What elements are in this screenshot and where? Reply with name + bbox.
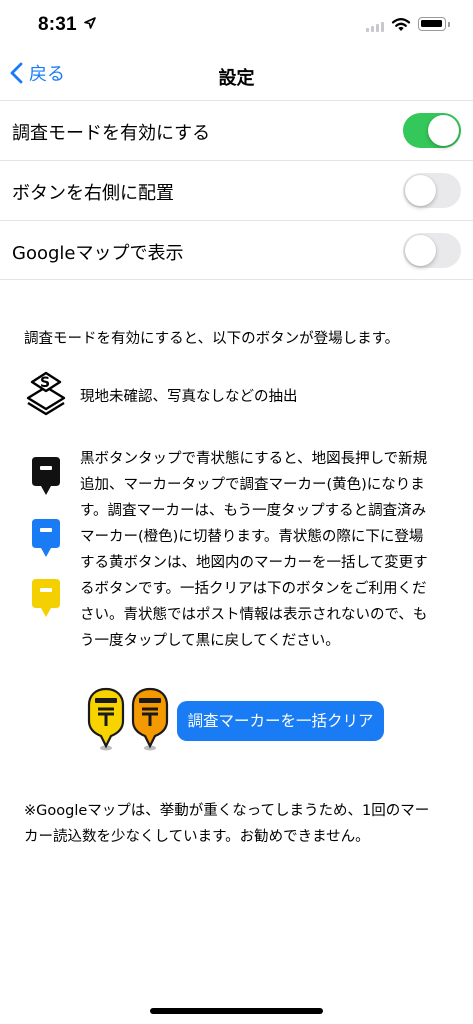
description-line: るボタンです。一括クリアは下のボタンをご利用くだ (80, 581, 427, 597)
description-line: さい。青状態ではポスト情報は表示されないので、も (80, 607, 428, 623)
blue-marker-icon (32, 519, 60, 557)
toggle-knob (405, 175, 436, 206)
location-arrow-icon (84, 17, 96, 29)
black-marker-icon (32, 457, 60, 495)
status-bar: 8:31 (0, 0, 473, 50)
note-line: カー読込数を少なくしています。お勧めできません。 (24, 829, 370, 845)
battery-icon (418, 17, 446, 31)
google-maps-note: ※Googleマップは、挙動が重くなってしまうため、1回のマー カー読込数を少な… (24, 798, 452, 850)
signal-icon (366, 22, 384, 32)
svg-text:S: S (40, 375, 50, 391)
battery-cap (448, 22, 450, 27)
navigation-bar: 戻る 設定 (0, 50, 473, 100)
feature-extract: S 現地未確認、写真なしなどの抽出 (24, 370, 454, 420)
settings-list: 調査モードを有効にする ボタンを右側に配置 Googleマップで表示 (0, 100, 473, 280)
google-maps-toggle[interactable] (403, 233, 461, 268)
feature-extract-text: 現地未確認、写真なしなどの抽出 (80, 389, 298, 405)
wifi-icon (391, 18, 411, 31)
setting-row-survey-mode: 調査モードを有効にする (0, 100, 473, 160)
setting-row-button-right: ボタンを右側に配置 (0, 160, 473, 220)
note-line: ※Googleマップは、挙動が重くなってしまうため、1回のマー (24, 803, 430, 819)
survey-mode-toggle[interactable] (403, 113, 461, 148)
layers-filter-icon: S (26, 371, 66, 416)
setting-label-button-right: ボタンを右側に配置 (12, 183, 174, 204)
setting-label-google-maps: Googleマップで表示 (12, 243, 184, 264)
description-line: う一度タップして黒に戻してください。 (80, 633, 340, 649)
clear-survey-markers-button[interactable]: 調査マーカーを一括クリア (177, 701, 384, 741)
description-line: マーカー(橙色)に切替ります。青状態の際に下に登場 (80, 529, 424, 545)
button-right-toggle[interactable] (403, 173, 461, 208)
yellow-survey-pin-icon (87, 687, 125, 751)
home-indicator[interactable] (150, 1008, 323, 1014)
setting-row-google-maps: Googleマップで表示 (0, 220, 473, 280)
orange-surveyed-pin-icon (131, 687, 169, 751)
description-line: 黒ボタンタップで青状態にすると、地図長押しで新規 (80, 451, 428, 467)
toggle-knob (428, 115, 459, 146)
yellow-marker-icon (32, 579, 60, 617)
description-line: 追加、マーカータップで調査マーカー(黄色)になりま (80, 477, 425, 493)
description-line: する黄ボタンは、地図内のマーカーを一括して変更す (80, 555, 428, 571)
toggle-knob (405, 235, 436, 266)
marker-description: 黒ボタンタップで青状態にすると、地図長押しで新規 追加、マーカータップで調査マー… (80, 446, 456, 654)
page-title: 設定 (218, 68, 255, 89)
intro-text: 調査モードを有効にすると、以下のボタンが登場します。 (24, 331, 400, 347)
description-line: す。調査マーカーは、もう一度タップすると調査済み (80, 503, 427, 519)
status-time: 8:31 (38, 14, 77, 35)
setting-label-survey-mode: 調査モードを有効にする (12, 123, 211, 144)
